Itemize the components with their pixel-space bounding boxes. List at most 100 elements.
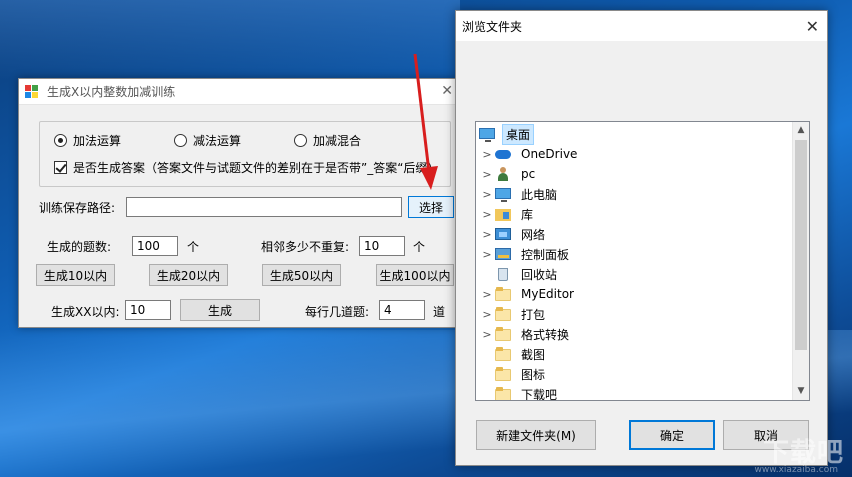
tree-item-label: MyEditor (521, 287, 574, 301)
control-panel-icon (494, 247, 512, 261)
desktop-icon (478, 127, 496, 142)
radio-addition[interactable]: 加法运算 (54, 132, 121, 149)
perline-label: 每行几道题: (305, 305, 370, 319)
tree-item-label: 控制面板 (521, 247, 570, 262)
norepeat-unit: 个 (413, 240, 426, 254)
tree-item-label: 回收站 (521, 267, 558, 282)
radio-subtraction[interactable]: 减法运算 (174, 132, 241, 149)
user-icon (494, 167, 512, 181)
chevron-right-icon[interactable]: > (480, 248, 494, 261)
tree-item-label: OneDrive (521, 147, 578, 161)
generate-10-button[interactable]: 生成10以内 (36, 264, 115, 286)
count-label: 生成的题数: (47, 240, 112, 254)
norepeat-label: 相邻多少不重复: (261, 240, 350, 254)
browse-folder-dialog: 浏览文件夹 ✕ 桌面 > OneDrive > pc > 此电脑 > 库 > 网… (455, 10, 828, 466)
radio-label: 加减混合 (313, 134, 362, 148)
chevron-right-icon[interactable]: > (480, 148, 494, 161)
generate-100-button[interactable]: 生成100以内 (376, 264, 454, 286)
recycle-bin-icon (494, 267, 512, 281)
scroll-up-icon[interactable]: ▲ (793, 122, 809, 139)
folder-icon (494, 347, 512, 361)
generate-50-button[interactable]: 生成50以内 (262, 264, 341, 286)
folder-icon (494, 307, 512, 321)
within-input[interactable]: 10 (125, 300, 171, 320)
tree-item-label: 图标 (521, 367, 546, 382)
computer-icon (494, 187, 512, 202)
folder-tree[interactable]: 桌面 > OneDrive > pc > 此电脑 > 库 > 网络 > 控制面板… (475, 121, 810, 401)
options-group: 加法运算 减法运算 加减混合 是否生成答案（答案文件与试题文件的差别在于是否带”… (39, 121, 451, 187)
folder-icon (494, 287, 512, 301)
path-input[interactable] (126, 197, 402, 217)
chevron-right-icon[interactable]: > (480, 308, 494, 321)
radio-mixed[interactable]: 加减混合 (294, 132, 361, 149)
chevron-right-icon[interactable]: > (480, 228, 494, 241)
radio-button-icon (294, 134, 307, 147)
radio-button-icon (54, 134, 67, 147)
close-icon[interactable]: ✕ (441, 83, 453, 99)
tree-item-label: pc (521, 167, 536, 181)
generate-button[interactable]: 生成 (180, 299, 260, 321)
tree-scrollbar[interactable]: ▲ ▼ (792, 122, 809, 400)
tree-item-label: 库 (521, 207, 534, 222)
network-icon (494, 227, 512, 241)
tree-item-recycle-bin[interactable]: 回收站 (494, 264, 560, 284)
new-folder-button[interactable]: 新建文件夹(M) (476, 420, 596, 450)
tree-item-myeditor[interactable]: > MyEditor (480, 284, 577, 304)
tree-item-format-convert[interactable]: > 格式转换 (480, 324, 572, 344)
ok-button[interactable]: 确定 (629, 420, 715, 450)
checkmark-icon (54, 161, 67, 174)
within-label: 生成XX以内: (51, 305, 120, 319)
tree-item-control-panel[interactable]: > 控制面板 (480, 244, 572, 264)
tree-item-screenshots[interactable]: 截图 (494, 344, 548, 364)
close-icon[interactable]: ✕ (806, 17, 819, 36)
trainer-titlebar[interactable]: 生成X以内整数加减训练 ✕ (19, 79, 457, 105)
tree-item-label: 网络 (521, 227, 546, 242)
tree-item-label: 桌面 (502, 123, 535, 145)
count-unit: 个 (187, 240, 200, 254)
trainer-window: 生成X以内整数加减训练 ✕ 加法运算 减法运算 加减混合 是否生成答案（答案文件… (18, 78, 458, 328)
chevron-right-icon[interactable]: > (480, 328, 494, 341)
folder-icon (494, 367, 512, 381)
tree-item-label: 截图 (521, 347, 546, 362)
tree-item-pack[interactable]: > 打包 (480, 304, 548, 324)
trainer-title: 生成X以内整数加减训练 (47, 85, 176, 99)
radio-button-icon (174, 134, 187, 147)
norepeat-input[interactable]: 10 (359, 236, 405, 256)
folder-icon (494, 327, 512, 341)
watermark-logo: 下载吧 (762, 438, 844, 468)
app-icon (25, 84, 39, 99)
chevron-right-icon[interactable]: > (480, 208, 494, 221)
generate-20-button[interactable]: 生成20以内 (149, 264, 228, 286)
chevron-right-icon[interactable]: > (480, 288, 494, 301)
tree-item-onedrive[interactable]: > OneDrive (480, 144, 580, 164)
dialog-titlebar[interactable]: 浏览文件夹 ✕ (456, 11, 827, 41)
tree-item-downloads[interactable]: 下载吧 (494, 384, 560, 401)
checkbox-label: 是否生成答案（答案文件与试题文件的差别在于是否带”_答案“后缀） (73, 161, 440, 175)
radio-label: 减法运算 (193, 134, 242, 148)
folder-icon (494, 387, 512, 400)
choose-button[interactable]: 选择 (408, 196, 454, 218)
chevron-right-icon[interactable]: > (480, 168, 494, 181)
chevron-right-icon[interactable]: > (480, 188, 494, 201)
watermark-url: www.xiazaiba.com (754, 465, 838, 475)
dialog-title: 浏览文件夹 (462, 19, 523, 34)
tree-item-library[interactable]: > 库 (480, 204, 536, 224)
tree-item-label: 下载吧 (521, 387, 558, 401)
generate-answers-checkbox[interactable]: 是否生成答案（答案文件与试题文件的差别在于是否带”_答案“后缀） (54, 159, 449, 176)
tree-item-label: 打包 (521, 307, 546, 322)
tree-item-desktop[interactable]: 桌面 (478, 123, 535, 145)
tree-item-icons[interactable]: 图标 (494, 364, 548, 384)
scroll-down-icon[interactable]: ▼ (793, 383, 809, 400)
tree-item-pc[interactable]: > pc (480, 164, 538, 184)
path-label: 训练保存路径: (39, 201, 116, 215)
radio-label: 加法运算 (73, 134, 122, 148)
onedrive-cloud-icon (494, 147, 512, 161)
scrollbar-thumb[interactable] (795, 140, 807, 350)
tree-item-this-pc[interactable]: > 此电脑 (480, 184, 560, 204)
tree-item-network[interactable]: > 网络 (480, 224, 548, 244)
library-icon (494, 207, 512, 221)
tree-item-label: 此电脑 (521, 187, 558, 202)
desktop-light (0, 0, 460, 80)
count-input[interactable]: 100 (132, 236, 178, 256)
perline-input[interactable]: 4 (379, 300, 425, 320)
